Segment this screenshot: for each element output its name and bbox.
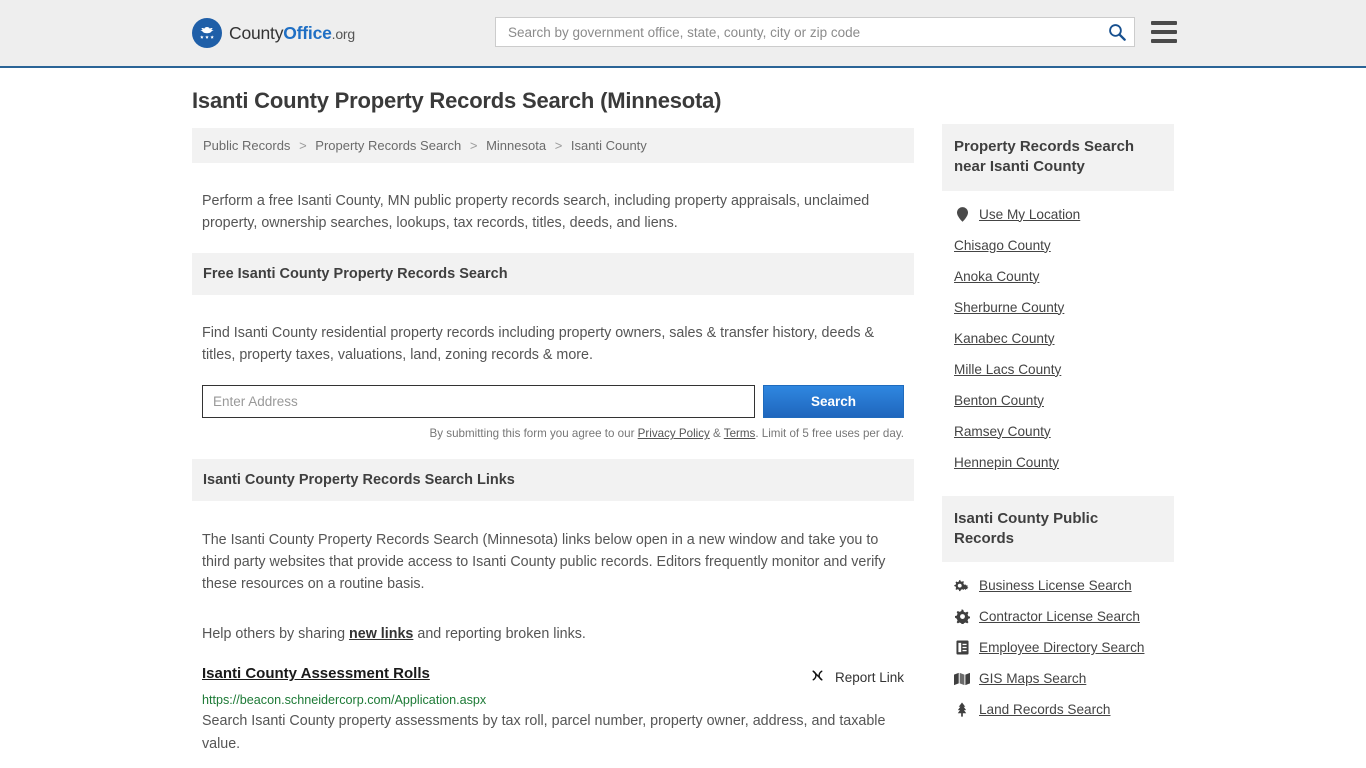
report-link-label: Report Link xyxy=(834,669,904,685)
hamburger-bar xyxy=(1151,30,1177,34)
sidebar-link-label[interactable]: Employee Directory Search xyxy=(979,640,1144,655)
global-search-input[interactable] xyxy=(506,19,1108,45)
id-card-icon xyxy=(954,640,970,655)
report-link-button[interactable]: Report Link xyxy=(809,665,904,687)
result-item: Isanti County Assessment Rolls Report Li… xyxy=(202,665,904,756)
sidebar-item-kanabec-county[interactable]: Kanabec County xyxy=(942,323,1174,354)
logo-text-org: .org xyxy=(331,25,356,42)
page-intro-text: Perform a free Isanti County, MN public … xyxy=(202,193,870,232)
sidebar-item-mille-lacs-county[interactable]: Mille Lacs County xyxy=(942,354,1174,385)
privacy-policy-link[interactable]: Privacy Policy xyxy=(638,427,710,440)
form-disclaimer: By submitting this form you agree to our… xyxy=(202,427,904,440)
breadcrumb-item-public-records[interactable]: Public Records xyxy=(203,138,290,153)
sidebar-item-employee-directory-search[interactable]: Employee Directory Search xyxy=(942,632,1174,663)
eagle-seal-icon xyxy=(192,18,222,48)
breadcrumb-separator: > xyxy=(554,138,563,153)
terms-link[interactable]: Terms xyxy=(724,427,756,440)
result-title-link[interactable]: Isanti County Assessment Rolls xyxy=(202,665,430,682)
header-search-area xyxy=(495,17,1177,47)
site-logo-text: CountyOffice.org xyxy=(229,23,355,44)
links-section-paragraph: The Isanti County Property Records Searc… xyxy=(202,531,886,592)
result-description: Search Isanti County property assessment… xyxy=(202,713,886,753)
sidebar-item-hennepin-county[interactable]: Hennepin County xyxy=(942,447,1174,478)
help-prefix: Help others by sharing xyxy=(202,626,350,643)
sidebar-nearby-heading: Property Records Search near Isanti Coun… xyxy=(942,124,1174,191)
map-pin-icon xyxy=(954,206,970,222)
sidebar-link-label[interactable]: Chisago County xyxy=(954,238,1051,253)
address-search-form: Search xyxy=(202,385,904,419)
address-input[interactable] xyxy=(202,385,755,419)
page-container: Isanti County Property Records Search (M… xyxy=(0,68,1366,768)
sidebar-item-use-my-location[interactable]: Use My Location xyxy=(942,199,1174,230)
sidebar-link-label[interactable]: Land Records Search xyxy=(979,702,1110,717)
result-url: https://beacon.schneidercorp.com/Applica… xyxy=(202,693,487,708)
sidebar-link-label[interactable]: Ramsey County xyxy=(954,424,1051,439)
logo-text-county: County xyxy=(229,22,284,43)
new-links-link[interactable]: new links xyxy=(349,626,413,642)
sidebar-item-chisago-county[interactable]: Chisago County xyxy=(942,230,1174,261)
disclaimer-prefix: By submitting this form you agree to our xyxy=(429,427,638,441)
sidebar-item-benton-county[interactable]: Benton County xyxy=(942,385,1174,416)
sidebar-card-public-records: Isanti County Public Records Business Li… xyxy=(942,495,1174,726)
breadcrumb: Public Records > Property Records Search… xyxy=(192,128,914,163)
map-icon xyxy=(954,672,970,686)
sidebar-link-label[interactable]: Hennepin County xyxy=(954,455,1059,470)
tree-icon xyxy=(954,702,970,717)
sidebar-item-contractor-license-search[interactable]: Contractor License Search xyxy=(942,601,1174,632)
main-column: Isanti County Property Records Search (M… xyxy=(192,68,914,768)
sidebar-link-label[interactable]: Mille Lacs County xyxy=(954,362,1061,377)
cogs-icon xyxy=(954,579,970,593)
site-header: CountyOffice.org xyxy=(0,0,1366,68)
sidebar-link-label[interactable]: Use My Location xyxy=(979,207,1080,222)
page-title: Isanti County Property Records Search (M… xyxy=(192,88,722,113)
disclaimer-suffix: . Limit of 5 free uses per day. xyxy=(755,427,904,441)
sidebar-link-label[interactable]: Benton County xyxy=(954,393,1044,408)
hamburger-bar xyxy=(1151,39,1177,43)
sidebar-item-sherburne-county[interactable]: Sherburne County xyxy=(942,292,1174,323)
free-search-description: Find Isanti County residential property … xyxy=(202,324,875,364)
sidebar-link-label[interactable]: Business License Search xyxy=(979,578,1132,593)
disclaimer-amp: & xyxy=(709,427,724,441)
cog-icon xyxy=(954,609,970,624)
help-suffix: and reporting broken links. xyxy=(413,626,586,643)
sidebar-link-label[interactable]: Sherburne County xyxy=(954,300,1064,315)
global-search-box[interactable] xyxy=(495,17,1135,47)
links-help-text: Help others by sharing new links and rep… xyxy=(192,611,914,647)
site-logo[interactable]: CountyOffice.org xyxy=(192,18,355,48)
result-header: Isanti County Assessment Rolls Report Li… xyxy=(202,665,904,687)
links-section-heading: Isanti County Property Records Search Li… xyxy=(192,459,914,502)
sidebar-item-ramsey-county[interactable]: Ramsey County xyxy=(942,416,1174,447)
sidebar-item-land-records-search[interactable]: Land Records Search xyxy=(942,694,1174,725)
free-search-heading: Free Isanti County Property Records Sear… xyxy=(192,252,914,295)
breadcrumb-item-property-records-search[interactable]: Property Records Search xyxy=(315,138,461,153)
sidebar-card-nearby: Property Records Search near Isanti Coun… xyxy=(942,124,1174,478)
breadcrumb-separator: > xyxy=(299,138,307,153)
sidebar: Property Records Search near Isanti Coun… xyxy=(942,124,1174,737)
logo-text-office: Office xyxy=(283,22,332,43)
broken-link-icon xyxy=(809,667,826,687)
breadcrumb-item-isanti-county: Isanti County xyxy=(570,138,647,153)
sidebar-link-label[interactable]: Anoka County xyxy=(954,269,1039,284)
sidebar-item-business-license-search[interactable]: Business License Search xyxy=(942,570,1174,601)
hamburger-menu-icon[interactable] xyxy=(1151,21,1177,43)
hamburger-bar xyxy=(1151,21,1177,25)
sidebar-link-label[interactable]: Kanabec County xyxy=(954,331,1055,346)
search-button[interactable]: Search xyxy=(763,385,904,419)
sidebar-link-label[interactable]: GIS Maps Search xyxy=(979,671,1086,686)
sidebar-item-anoka-county[interactable]: Anoka County xyxy=(942,261,1174,292)
breadcrumb-item-minnesota[interactable]: Minnesota xyxy=(486,138,546,153)
breadcrumb-separator: > xyxy=(469,138,478,153)
sidebar-public-records-heading: Isanti County Public Records xyxy=(942,495,1174,562)
sidebar-public-records-list: Business License Search Contractor Licen… xyxy=(942,562,1174,725)
search-icon[interactable] xyxy=(1108,23,1126,41)
sidebar-nearby-list: Use My Location Chisago County Anoka Cou… xyxy=(942,191,1174,478)
sidebar-link-label[interactable]: Contractor License Search xyxy=(979,609,1140,624)
sidebar-item-gis-maps-search[interactable]: GIS Maps Search xyxy=(942,663,1174,694)
